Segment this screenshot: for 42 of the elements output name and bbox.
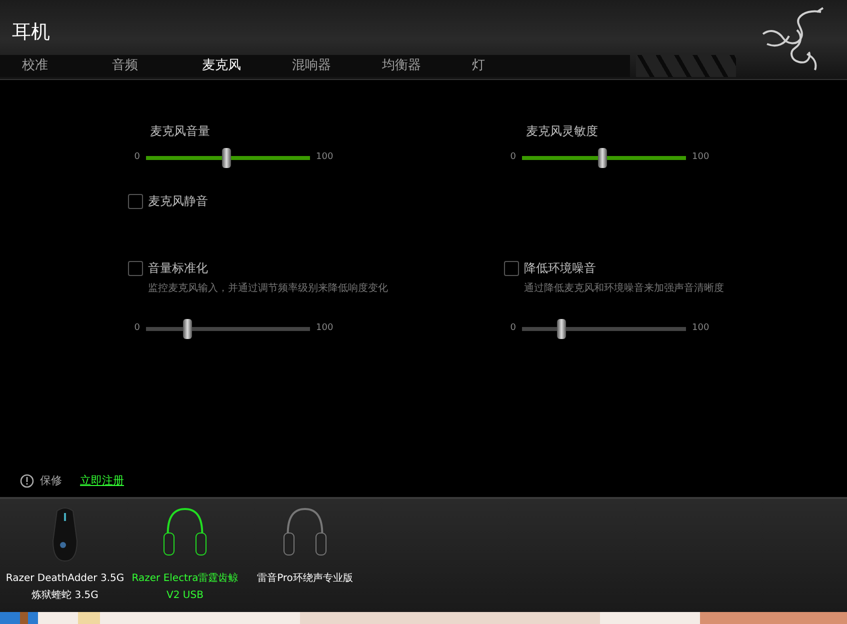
- device-subtitle: V2 USB: [166, 589, 204, 603]
- slider-max: 100: [316, 322, 334, 336]
- slider-max: 100: [692, 151, 710, 164]
- device-name: 雷音Pro环绕声专业版: [257, 572, 353, 586]
- checkbox-label: 降低环境噪音: [524, 260, 596, 277]
- register-link[interactable]: 立即注册: [80, 473, 124, 490]
- slider-thumb[interactable]: [557, 319, 566, 339]
- slider-thumb[interactable]: [183, 319, 192, 339]
- checkbox-label: 音量标准化: [148, 260, 208, 277]
- slider[interactable]: [146, 148, 310, 168]
- slider-min: 0: [509, 322, 516, 336]
- slider-max: 100: [316, 151, 334, 164]
- warranty-label: 保修: [40, 473, 62, 489]
- slider[interactable]: [522, 319, 686, 339]
- device-name: Razer DeathAdder 3.5G: [6, 572, 124, 586]
- option-description: 通过降低麦克风和环境噪音来加强声音清晰度: [524, 282, 725, 296]
- tab[interactable]: 校准: [0, 56, 90, 76]
- device-name: Razer Electra雷霆齿鲸: [132, 572, 238, 586]
- checkbox[interactable]: [128, 260, 143, 276]
- mouse-icon: [51, 505, 79, 563]
- slider-thumb[interactable]: [222, 148, 232, 168]
- slider-min: 0: [133, 322, 140, 336]
- tab[interactable]: 均衡器: [360, 56, 450, 76]
- slider-min: 0: [509, 151, 516, 164]
- tab[interactable]: 混响器: [270, 56, 360, 76]
- checkbox-label: 麦克风静音: [148, 193, 208, 210]
- window-title: 耳机: [12, 20, 50, 45]
- slider-label: 麦克风音量: [150, 123, 210, 140]
- slider-max: 100: [692, 322, 710, 336]
- checkbox[interactable]: [504, 260, 519, 276]
- slider[interactable]: [146, 319, 310, 339]
- option-description: 监控麦克风输入，并通过调节频率级别来降低响度变化: [148, 282, 389, 296]
- info-icon: [20, 474, 34, 488]
- tab[interactable]: 音频: [90, 56, 180, 76]
- slider-min: 0: [133, 151, 140, 164]
- tab[interactable]: 灯: [450, 56, 540, 76]
- tab[interactable]: 麦克风: [180, 56, 270, 76]
- slider-label: 麦克风灵敏度: [526, 123, 598, 140]
- checkbox[interactable]: [128, 194, 143, 208]
- slider-thumb[interactable]: [598, 148, 608, 168]
- device-subtitle: 炼狱蝰蛇 3.5G: [32, 588, 98, 603]
- slider[interactable]: [522, 148, 686, 168]
